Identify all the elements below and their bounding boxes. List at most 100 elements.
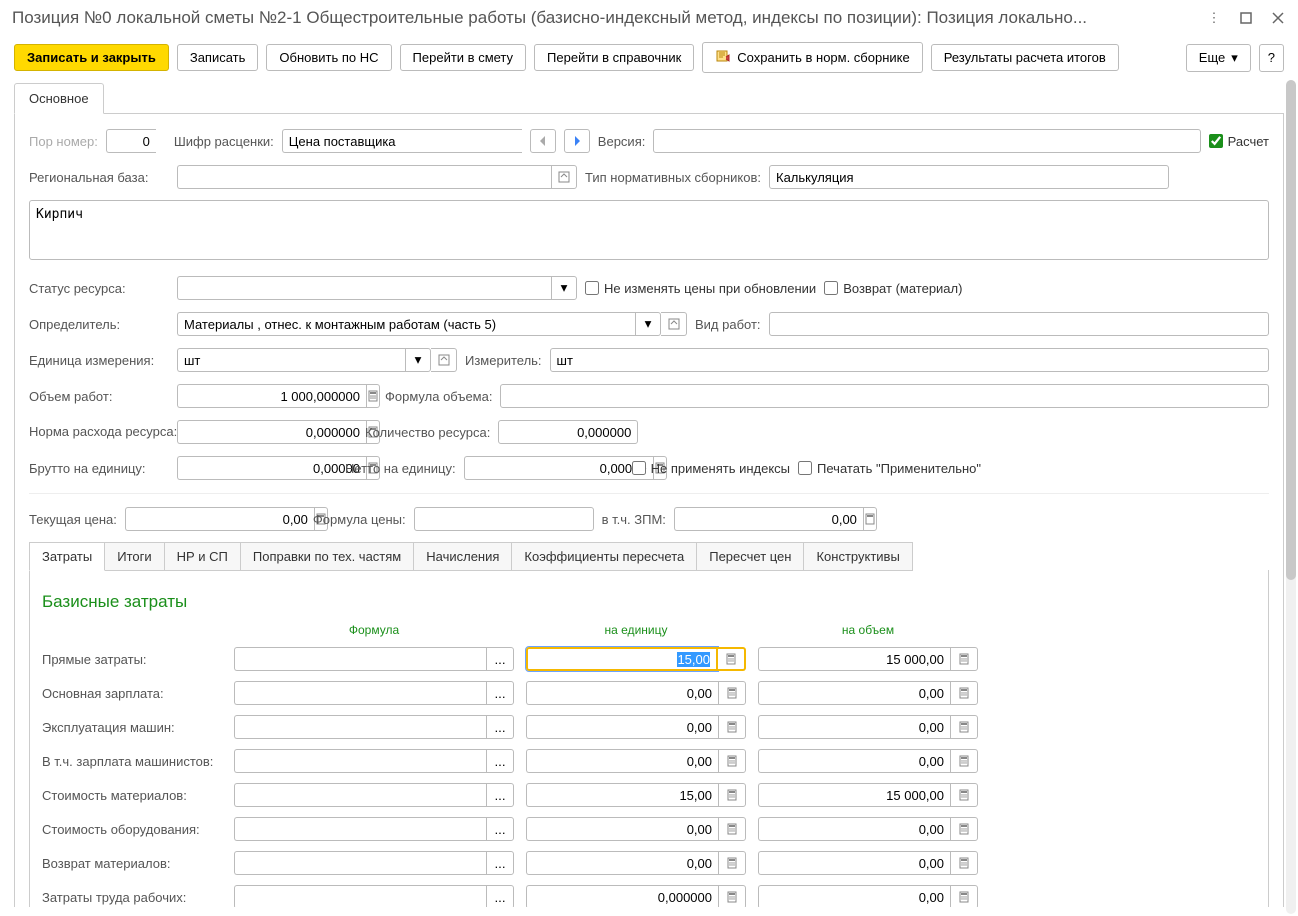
formula-ellipsis-icon[interactable]: ... [486,715,514,739]
vid-rabot-input[interactable] [769,312,1269,336]
unit-calc-icon[interactable] [718,885,746,907]
volume-input[interactable] [177,384,366,408]
calc-checkbox-wrap[interactable]: Расчет [1209,134,1269,149]
goto-estimate-button[interactable]: Перейти в смету [400,44,526,71]
volume-calc-icon[interactable] [950,749,978,773]
volume-calc-icon[interactable] [950,681,978,705]
unit-calc-icon[interactable] [718,715,746,739]
unit-calc-icon[interactable] [718,749,746,773]
volume-cost-input[interactable] [758,817,950,841]
formula-input[interactable] [234,647,486,671]
opredelitel-open-icon[interactable] [661,312,687,336]
no-price-update-checkbox[interactable] [585,281,599,295]
volume-formula-input[interactable] [500,384,1269,408]
maximize-icon[interactable] [1238,10,1254,26]
unit-cost-input[interactable] [526,749,718,773]
volume-cost-input[interactable] [758,681,950,705]
formula-ellipsis-icon[interactable]: ... [486,885,514,907]
menu-icon[interactable]: ⋮ [1206,10,1222,26]
unit-input[interactable] [177,348,405,372]
subtab-constructs[interactable]: Конструктивы [803,542,912,571]
no-price-update-wrap[interactable]: Не изменять цены при обновлении [585,281,816,296]
subtab-totals[interactable]: Итоги [104,542,164,571]
qty-input[interactable] [498,420,638,444]
calc-results-button[interactable]: Результаты расчета итогов [931,44,1119,71]
formula-input[interactable] [234,817,486,841]
volume-calc-icon[interactable] [950,647,978,671]
formula-input[interactable] [234,851,486,875]
unit-calc-icon[interactable] [718,817,746,841]
formula-ellipsis-icon[interactable]: ... [486,647,514,671]
volume-calc-icon[interactable] [950,885,978,907]
more-button[interactable]: Еще ▾ [1186,44,1251,72]
subtab-accruals[interactable]: Начисления [413,542,512,571]
formula-ellipsis-icon[interactable]: ... [486,681,514,705]
unit-cost-input[interactable] [526,851,718,875]
volume-cost-input[interactable] [758,715,950,739]
price-formula-input[interactable] [414,507,594,531]
formula-input[interactable] [234,885,486,907]
unit-dropdown-icon[interactable]: ▾ [405,348,431,372]
status-input[interactable] [177,276,551,300]
unit-cost-input[interactable] [526,647,718,671]
no-index-checkbox[interactable] [632,461,646,475]
unit-cost-input[interactable] [526,817,718,841]
volume-cost-input[interactable] [758,647,950,671]
return-material-checkbox[interactable] [824,281,838,295]
volume-cost-input[interactable] [758,851,950,875]
tab-main[interactable]: Основное [14,83,104,114]
norm-type-input[interactable] [769,165,1169,189]
print-approx-checkbox[interactable] [798,461,812,475]
unit-cost-input[interactable] [526,885,718,907]
description-textarea[interactable]: Кирпич [29,200,1269,260]
netto-input[interactable] [464,456,653,480]
formula-ellipsis-icon[interactable]: ... [486,749,514,773]
scrollbar-thumb[interactable] [1286,80,1296,580]
unit-calc-icon[interactable] [718,647,746,671]
unit-cost-input[interactable] [526,715,718,739]
measurer-input[interactable] [550,348,1269,372]
save-close-button[interactable]: Записать и закрыть [14,44,169,71]
formula-ellipsis-icon[interactable]: ... [486,817,514,841]
formula-input[interactable] [234,681,486,705]
brutto-input[interactable] [177,456,366,480]
zpm-calc-icon[interactable] [863,507,877,531]
unit-calc-icon[interactable] [718,783,746,807]
nav-forward-button[interactable] [564,129,590,153]
unit-cost-input[interactable] [526,783,718,807]
volume-cost-input[interactable] [758,885,950,907]
save-button[interactable]: Записать [177,44,259,71]
por-num-input[interactable] [106,129,156,153]
vertical-scrollbar[interactable] [1286,80,1296,914]
unit-calc-icon[interactable] [718,681,746,705]
subtab-recalc[interactable]: Пересчет цен [696,542,804,571]
no-index-wrap[interactable]: Не применять индексы [632,461,790,476]
zpm-input[interactable] [674,507,863,531]
save-norm-button[interactable]: Сохранить в норм. сборнике [702,42,922,73]
formula-input[interactable] [234,749,486,773]
unit-open-icon[interactable] [431,348,457,372]
refresh-button[interactable]: Обновить по НС [266,44,391,71]
calc-checkbox[interactable] [1209,134,1223,148]
volume-calc-icon[interactable] [366,384,380,408]
formula-input[interactable] [234,783,486,807]
subtab-nr-sp[interactable]: НР и СП [164,542,241,571]
subtab-coeffs[interactable]: Коэффициенты пересчета [511,542,697,571]
status-dropdown-icon[interactable]: ▾ [551,276,577,300]
formula-ellipsis-icon[interactable]: ... [486,783,514,807]
nav-back-button[interactable] [530,129,556,153]
norm-rate-input[interactable] [177,420,366,444]
volume-calc-icon[interactable] [950,783,978,807]
version-input[interactable] [653,129,1200,153]
unit-cost-input[interactable] [526,681,718,705]
volume-cost-input[interactable] [758,749,950,773]
opredelitel-dropdown-icon[interactable]: ▾ [635,312,661,336]
volume-cost-input[interactable] [758,783,950,807]
regional-open-icon[interactable] [551,165,577,189]
formula-ellipsis-icon[interactable]: ... [486,851,514,875]
opredelitel-input[interactable] [177,312,635,336]
volume-calc-icon[interactable] [950,715,978,739]
regional-input[interactable] [177,165,551,189]
goto-reference-button[interactable]: Перейти в справочник [534,44,694,71]
volume-calc-icon[interactable] [950,817,978,841]
